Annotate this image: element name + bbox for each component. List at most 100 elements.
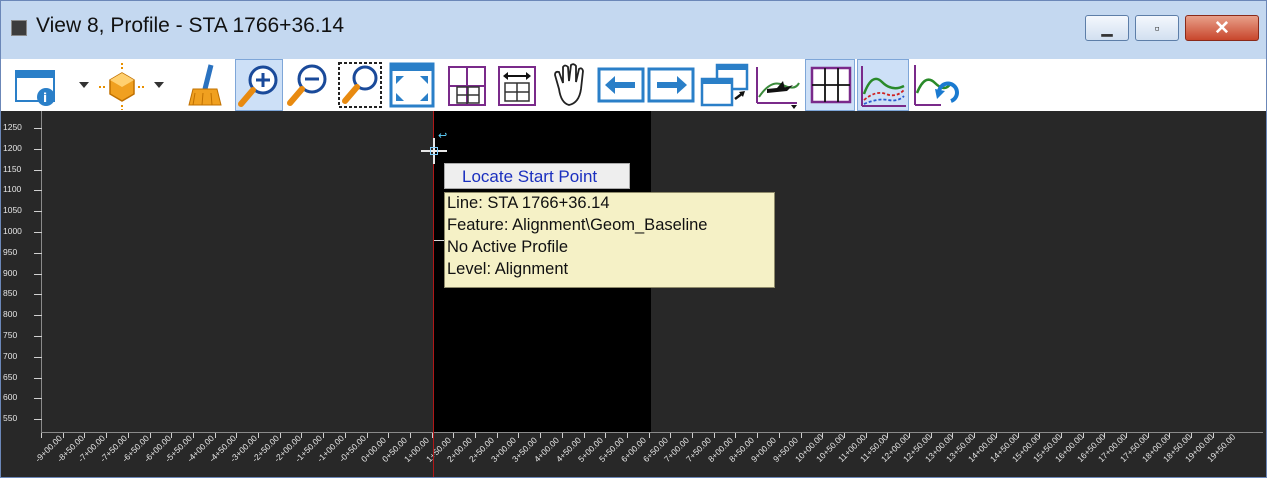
station-tick [279, 433, 281, 438]
station-tick [887, 433, 889, 438]
zoom-out-button[interactable] [285, 59, 333, 111]
elevation-label: 1050 [3, 205, 22, 216]
station-tick [388, 433, 390, 438]
elevation-label: 600 [3, 392, 18, 403]
fit-view-button[interactable] [387, 59, 437, 111]
elevation-tick [34, 294, 42, 296]
station-tick [1191, 433, 1193, 438]
elevation-tick [34, 315, 42, 317]
profile-grid-button[interactable] [805, 59, 855, 111]
svg-text:i: i [43, 91, 47, 105]
view-toolbar: i [1, 59, 1266, 111]
title-bar[interactable]: View 8, Profile - STA 1766+36.14 ▁ ▫ ✕ [1, 1, 1266, 59]
locate-prompt: Locate Start Point [444, 163, 630, 189]
element-info-tooltip: Line: STA 1766+36.14 Feature: Alignment\… [444, 192, 775, 288]
copy-view-button[interactable] [699, 59, 751, 111]
grid-button[interactable] [443, 59, 491, 111]
zoom-out-icon [287, 64, 327, 106]
maximize-button[interactable]: ▫ [1135, 15, 1179, 41]
prompt-text: Locate Start Point [462, 167, 598, 186]
station-tick [258, 433, 259, 438]
station-tick [1212, 433, 1214, 438]
refresh-profile-button[interactable] [911, 59, 961, 111]
elevation-label: 550 [3, 413, 18, 424]
profile-view-window: View 8, Profile - STA 1766+36.14 ▁ ▫ ✕ i [0, 0, 1267, 478]
station-tick [409, 433, 411, 438]
elevation-tick [34, 377, 42, 379]
zoom-in-icon [238, 65, 278, 107]
station-tick [171, 433, 173, 438]
station-tick [561, 433, 563, 438]
exaggeration-button[interactable] [493, 59, 541, 111]
profile-tools-button[interactable] [857, 59, 909, 111]
maximize-icon: ▫ [1154, 20, 1160, 36]
view-attributes-button[interactable]: i [13, 59, 69, 111]
station-tick [1169, 433, 1171, 438]
profile-view-canvas[interactable]: 1250 1200 1150 1100 1050 1000 950 900 850 800 750 7… [1, 111, 1266, 477]
minimize-button[interactable]: ▁ [1085, 15, 1129, 41]
station-tick [344, 433, 346, 438]
previous-view-button[interactable] [597, 59, 645, 111]
view-attributes-dropdown-icon[interactable] [79, 82, 89, 88]
station-tick [518, 433, 520, 438]
elevation-tick [34, 232, 42, 233]
copy-view-icon [700, 63, 749, 107]
station-tick [496, 433, 498, 438]
previous-view-icon [597, 67, 645, 103]
close-button[interactable]: ✕ [1185, 15, 1259, 41]
station-tick [149, 433, 151, 438]
view-display-mode-button[interactable] [97, 59, 147, 111]
elevation-label: 750 [3, 330, 18, 340]
view-window-icon [11, 20, 27, 36]
elevation-label: 1200 [3, 142, 22, 153]
elevation-tick [34, 356, 42, 358]
elevation-tick [34, 148, 42, 150]
station-tick [1147, 433, 1149, 438]
station-tick [626, 433, 628, 438]
station-tick [127, 433, 129, 438]
station-tick [952, 433, 954, 438]
station-tick [301, 433, 303, 438]
elevation-label: 1000 [3, 226, 22, 236]
fly-through-button[interactable] [753, 59, 803, 111]
tooltip-line-profile: No Active Profile [447, 238, 569, 256]
station-tick [41, 433, 42, 438]
elevation-label: 650 [3, 371, 18, 382]
view-display-mode-dropdown-icon[interactable] [154, 82, 164, 88]
update-view-button[interactable] [181, 59, 231, 111]
station-tick [757, 433, 759, 438]
elevation-tick [34, 128, 42, 129]
elevation-label: 850 [3, 288, 18, 299]
pan-button[interactable] [545, 59, 595, 111]
elevation-label: 1100 [3, 184, 22, 195]
crosshair-center [430, 147, 438, 155]
station-tick [540, 433, 542, 438]
tooltip-line-level: Level: Alignment [447, 260, 569, 278]
elevation-tick [34, 273, 42, 275]
station-tick [192, 433, 194, 438]
next-view-icon [647, 67, 695, 103]
exaggeration-icon [498, 66, 536, 106]
minimize-icon: ▁ [1101, 19, 1113, 36]
close-icon: ✕ [1214, 17, 1230, 39]
elevation-tick [34, 252, 42, 254]
station-tick [84, 433, 86, 438]
zoom-in-button[interactable] [235, 59, 283, 111]
station-tick [475, 433, 476, 438]
window-area-button[interactable] [335, 59, 385, 111]
elevation-label: 1250 [3, 122, 22, 132]
station-tick [930, 433, 932, 438]
station-tick [713, 433, 715, 438]
station-tick [822, 433, 824, 438]
station-tick [583, 433, 585, 438]
profile-tools-icon [861, 66, 906, 107]
window-area-icon [338, 62, 382, 108]
elevation-tick [34, 190, 42, 192]
next-view-button[interactable] [647, 59, 695, 111]
view-attributes-icon: i [15, 70, 55, 106]
view-display-mode-icon [99, 63, 145, 110]
grid-icon [448, 66, 486, 106]
elevation-label: 800 [3, 309, 18, 320]
station-tick [909, 433, 910, 438]
station-tick [1039, 433, 1041, 438]
